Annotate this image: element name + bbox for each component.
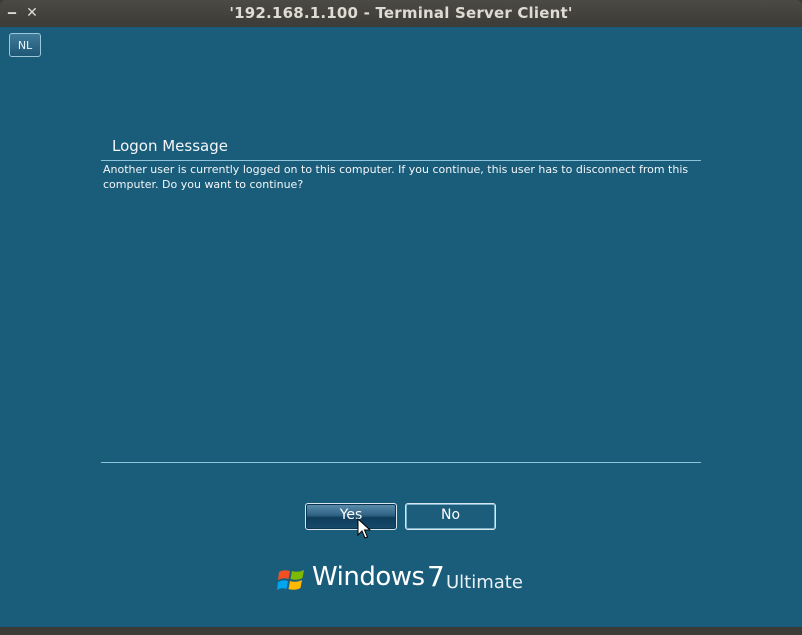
- dialog-title: Logon Message: [112, 137, 228, 155]
- windows-wordmark: Windows: [312, 562, 425, 592]
- title-bar: ‒ ✕ '192.168.1.100 - Terminal Server Cli…: [0, 0, 802, 27]
- keyboard-layout-button[interactable]: NL: [9, 33, 41, 57]
- window-bottom-border: [0, 627, 802, 635]
- dialog-message: Another user is currently logged on to t…: [103, 163, 689, 191]
- remote-screen: NL Logon Message Another user is current…: [0, 27, 802, 627]
- dialog-bottom-divider: [101, 462, 701, 463]
- windows-flag-icon: [277, 570, 304, 590]
- terminal-client-window: ‒ ✕ '192.168.1.100 - Terminal Server Cli…: [0, 0, 802, 635]
- windows-edition: Ultimate: [446, 572, 523, 593]
- windows-version: 7: [427, 560, 445, 593]
- no-button[interactable]: No: [405, 503, 496, 530]
- window-title: '192.168.1.100 - Terminal Server Client': [229, 4, 573, 22]
- yes-button[interactable]: Yes: [305, 503, 397, 530]
- arrow-cursor-icon: [357, 518, 371, 539]
- dialog-top-divider: [101, 160, 701, 161]
